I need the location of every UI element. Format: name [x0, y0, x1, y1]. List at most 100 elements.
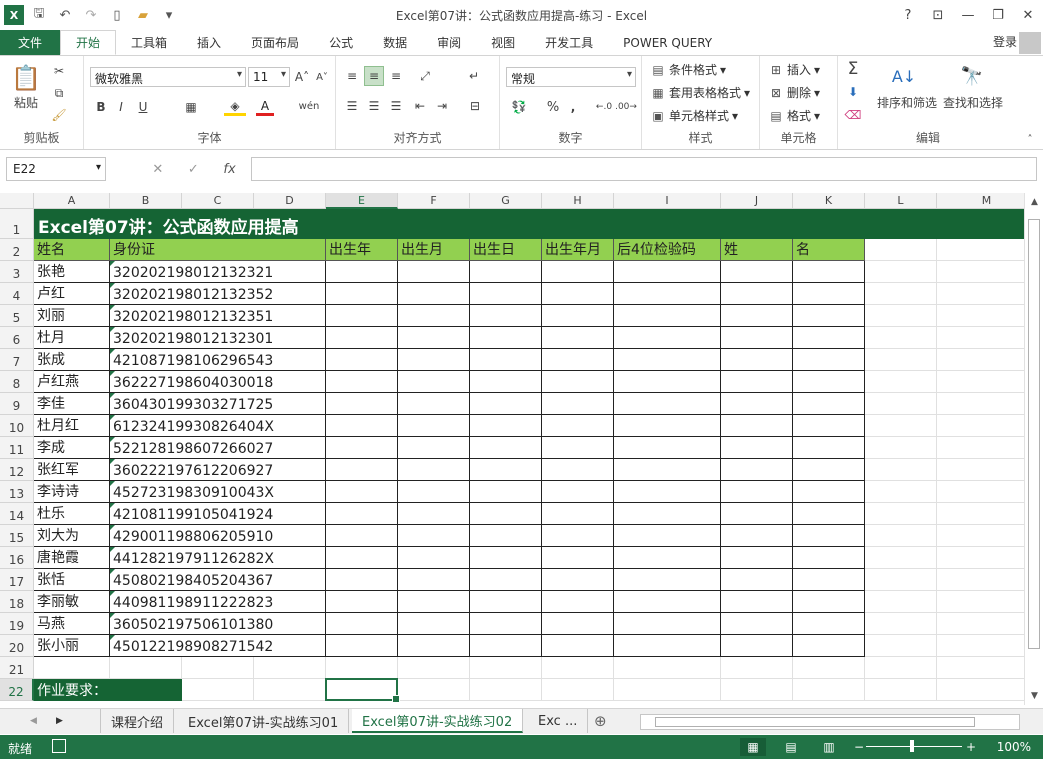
- empty-data-cell[interactable]: [470, 261, 542, 283]
- name-cell[interactable]: 张恬: [34, 569, 110, 591]
- empty-data-cell[interactable]: [793, 613, 865, 635]
- id-number-cell[interactable]: 421087198106296543: [110, 349, 326, 371]
- empty-data-cell[interactable]: [470, 437, 542, 459]
- name-cell[interactable]: 张艳: [34, 261, 110, 283]
- empty-data-cell[interactable]: [793, 503, 865, 525]
- empty-data-cell[interactable]: [470, 305, 542, 327]
- empty-data-cell[interactable]: [793, 547, 865, 569]
- empty-data-cell[interactable]: [542, 415, 614, 437]
- tab-data[interactable]: 数据: [368, 30, 422, 55]
- empty-data-cell[interactable]: [398, 349, 470, 371]
- name-cell[interactable]: 张成: [34, 349, 110, 371]
- horizontal-scrollbar[interactable]: [640, 714, 1020, 730]
- empty-data-cell[interactable]: [542, 481, 614, 503]
- name-cell[interactable]: 唐艳霞: [34, 547, 110, 569]
- empty-data-cell[interactable]: [398, 305, 470, 327]
- empty-data-cell[interactable]: [793, 591, 865, 613]
- empty-data-cell[interactable]: [614, 371, 721, 393]
- column-header-d[interactable]: D: [254, 193, 326, 209]
- align-middle-icon[interactable]: ≡: [364, 66, 384, 86]
- name-cell[interactable]: 卢红: [34, 283, 110, 305]
- empty-data-cell[interactable]: [398, 327, 470, 349]
- find-binoculars-icon[interactable]: 🔭: [958, 62, 986, 90]
- row-header-6[interactable]: 6: [0, 327, 34, 349]
- empty-data-cell[interactable]: [470, 327, 542, 349]
- empty-data-cell[interactable]: [542, 261, 614, 283]
- empty-data-cell[interactable]: [326, 437, 398, 459]
- empty-data-cell[interactable]: [470, 349, 542, 371]
- percent-button[interactable]: %: [544, 98, 562, 116]
- id-number-cell[interactable]: 320202198012132321: [110, 261, 326, 283]
- row-header-8[interactable]: 8: [0, 371, 34, 393]
- empty-data-cell[interactable]: [326, 371, 398, 393]
- empty-data-cell[interactable]: [398, 283, 470, 305]
- empty-data-cell[interactable]: [326, 635, 398, 657]
- empty-data-cell[interactable]: [793, 283, 865, 305]
- header-cell-3[interactable]: 出生年: [326, 239, 398, 261]
- id-number-cell[interactable]: 44128219791126282X: [110, 547, 326, 569]
- empty-data-cell[interactable]: [721, 305, 793, 327]
- empty-data-cell[interactable]: [721, 613, 793, 635]
- vertical-scrollbar[interactable]: ▲ ▼: [1024, 193, 1043, 705]
- empty-data-cell[interactable]: [614, 459, 721, 481]
- sheet-tab-more[interactable]: Exc ...: [528, 709, 589, 733]
- id-number-cell[interactable]: 320202198012132352: [110, 283, 326, 305]
- increase-font-icon[interactable]: A˄: [294, 68, 310, 86]
- empty-data-cell[interactable]: [398, 503, 470, 525]
- empty-data-cell[interactable]: [542, 349, 614, 371]
- empty-data-cell[interactable]: [793, 635, 865, 657]
- empty-data-cell[interactable]: [326, 613, 398, 635]
- avatar[interactable]: [1019, 32, 1041, 54]
- empty-data-cell[interactable]: [326, 415, 398, 437]
- decrease-decimal-icon[interactable]: .00→: [615, 98, 637, 116]
- selected-cell-e22[interactable]: [325, 678, 400, 703]
- name-cell[interactable]: 杜乐: [34, 503, 110, 525]
- id-number-cell[interactable]: 450802198405204367: [110, 569, 326, 591]
- name-box[interactable]: E22: [6, 157, 106, 181]
- empty-data-cell[interactable]: [398, 415, 470, 437]
- empty-data-cell[interactable]: [398, 437, 470, 459]
- name-cell[interactable]: 卢红燕: [34, 371, 110, 393]
- empty-data-cell[interactable]: [470, 481, 542, 503]
- id-number-cell[interactable]: 360222197612206927: [110, 459, 326, 481]
- column-header-f[interactable]: F: [398, 193, 470, 209]
- tab-developer[interactable]: 开发工具: [530, 30, 608, 55]
- row-header-20[interactable]: 20: [0, 635, 34, 657]
- column-header-c[interactable]: C: [182, 193, 254, 209]
- empty-data-cell[interactable]: [398, 459, 470, 481]
- row-header-16[interactable]: 16: [0, 547, 34, 569]
- empty-data-cell[interactable]: [793, 305, 865, 327]
- font-name-select[interactable]: 微软雅黑: [90, 67, 246, 87]
- empty-data-cell[interactable]: [721, 283, 793, 305]
- name-cell[interactable]: 杜月红: [34, 415, 110, 437]
- empty-data-cell[interactable]: [326, 327, 398, 349]
- empty-data-cell[interactable]: [470, 459, 542, 481]
- wrap-text-icon[interactable]: ↵: [464, 66, 484, 86]
- empty-data-cell[interactable]: [398, 613, 470, 635]
- empty-data-cell[interactable]: [614, 305, 721, 327]
- empty-data-cell[interactable]: [793, 327, 865, 349]
- name-cell[interactable]: 马燕: [34, 613, 110, 635]
- macro-record-icon[interactable]: [52, 739, 66, 753]
- name-cell[interactable]: 张红军: [34, 459, 110, 481]
- column-header-m[interactable]: M: [937, 193, 1024, 209]
- accounting-format-icon[interactable]: 💱: [508, 98, 530, 116]
- sheet-tab-practice-01[interactable]: Excel第07讲-实战练习01: [178, 709, 350, 733]
- empty-data-cell[interactable]: [614, 261, 721, 283]
- sort-filter-icon[interactable]: A↓: [890, 62, 918, 90]
- row-header-1[interactable]: 1: [0, 209, 34, 239]
- row-header-19[interactable]: 19: [0, 613, 34, 635]
- empty-data-cell[interactable]: [542, 569, 614, 591]
- header-cell-5[interactable]: 出生日: [470, 239, 542, 261]
- row-header-10[interactable]: 10: [0, 415, 34, 437]
- empty-data-cell[interactable]: [793, 525, 865, 547]
- minimize-button[interactable]: —: [953, 0, 983, 30]
- empty-data-cell[interactable]: [326, 283, 398, 305]
- empty-data-cell[interactable]: [721, 503, 793, 525]
- empty-data-cell[interactable]: [721, 635, 793, 657]
- empty-data-cell[interactable]: [470, 525, 542, 547]
- conditional-format-button[interactable]: ▤ 条件格式 ▾: [650, 61, 726, 78]
- font-color-icon[interactable]: A: [256, 98, 274, 116]
- orientation-icon[interactable]: ⤢: [414, 66, 436, 86]
- empty-data-cell[interactable]: [470, 371, 542, 393]
